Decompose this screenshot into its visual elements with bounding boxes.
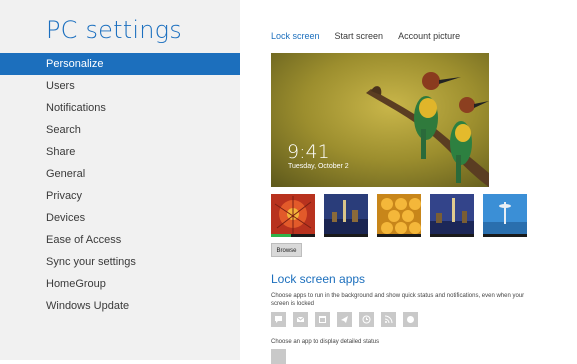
main-panel: Lock screen Start screen Account picture bbox=[240, 0, 577, 364]
sidebar-item-sync-settings[interactable]: Sync your settings bbox=[0, 251, 240, 273]
sidebar-item-privacy[interactable]: Privacy bbox=[0, 185, 240, 207]
mail-icon[interactable] bbox=[293, 312, 308, 327]
sidebar-item-ease-of-access[interactable]: Ease of Access bbox=[0, 229, 240, 251]
sidebar-item-personalize[interactable]: Personalize bbox=[0, 53, 240, 75]
thumbnail-space-needle[interactable] bbox=[483, 194, 527, 237]
tab-lock-screen[interactable]: Lock screen bbox=[271, 31, 320, 41]
thumbnail-city-night-1[interactable] bbox=[324, 194, 368, 237]
thumbnail-red-flower[interactable] bbox=[271, 194, 315, 237]
lock-screen-app-slots bbox=[271, 312, 418, 327]
rss-icon[interactable] bbox=[381, 312, 396, 327]
sidebar-item-notifications[interactable]: Notifications bbox=[0, 97, 240, 119]
browse-button[interactable]: Browse bbox=[271, 243, 302, 257]
detailed-status-app-slot[interactable] bbox=[271, 349, 286, 364]
thumbnail-row bbox=[271, 194, 527, 237]
lock-date: Tuesday, October 2 bbox=[288, 163, 349, 170]
chat-icon[interactable] bbox=[271, 312, 286, 327]
sidebar: PC settings Personalize Users Notificati… bbox=[0, 0, 240, 360]
sidebar-nav: Personalize Users Notifications Search S… bbox=[0, 53, 240, 317]
sidebar-item-windows-update[interactable]: Windows Update bbox=[0, 295, 240, 317]
app-title: PC settings bbox=[46, 16, 182, 44]
lock-screen-apps-description: Choose apps to run in the background and… bbox=[271, 293, 525, 307]
tab-strip: Lock screen Start screen Account picture bbox=[271, 31, 460, 41]
detailed-status-description: Choose an app to display detailed status bbox=[271, 339, 380, 345]
thumbnail-city-night-2[interactable] bbox=[430, 194, 474, 237]
lock-screen-apps-title: Lock screen apps bbox=[271, 272, 366, 286]
lock-time: 9:41 bbox=[287, 141, 330, 163]
calendar-icon[interactable] bbox=[315, 312, 330, 327]
sidebar-item-general[interactable]: General bbox=[0, 163, 240, 185]
skype-icon[interactable] bbox=[403, 312, 418, 327]
sidebar-item-search[interactable]: Search bbox=[0, 119, 240, 141]
lock-screen-preview: 9:41 Tuesday, October 2 bbox=[271, 53, 489, 187]
tab-start-screen[interactable]: Start screen bbox=[335, 31, 384, 41]
clock-icon[interactable] bbox=[359, 312, 374, 327]
sidebar-item-users[interactable]: Users bbox=[0, 75, 240, 97]
tab-account-picture[interactable]: Account picture bbox=[398, 31, 460, 41]
sidebar-item-devices[interactable]: Devices bbox=[0, 207, 240, 229]
thumbnail-honeycomb[interactable] bbox=[377, 194, 421, 237]
sidebar-item-share[interactable]: Share bbox=[0, 141, 240, 163]
sidebar-item-homegroup[interactable]: HomeGroup bbox=[0, 273, 240, 295]
messaging-icon[interactable] bbox=[337, 312, 352, 327]
